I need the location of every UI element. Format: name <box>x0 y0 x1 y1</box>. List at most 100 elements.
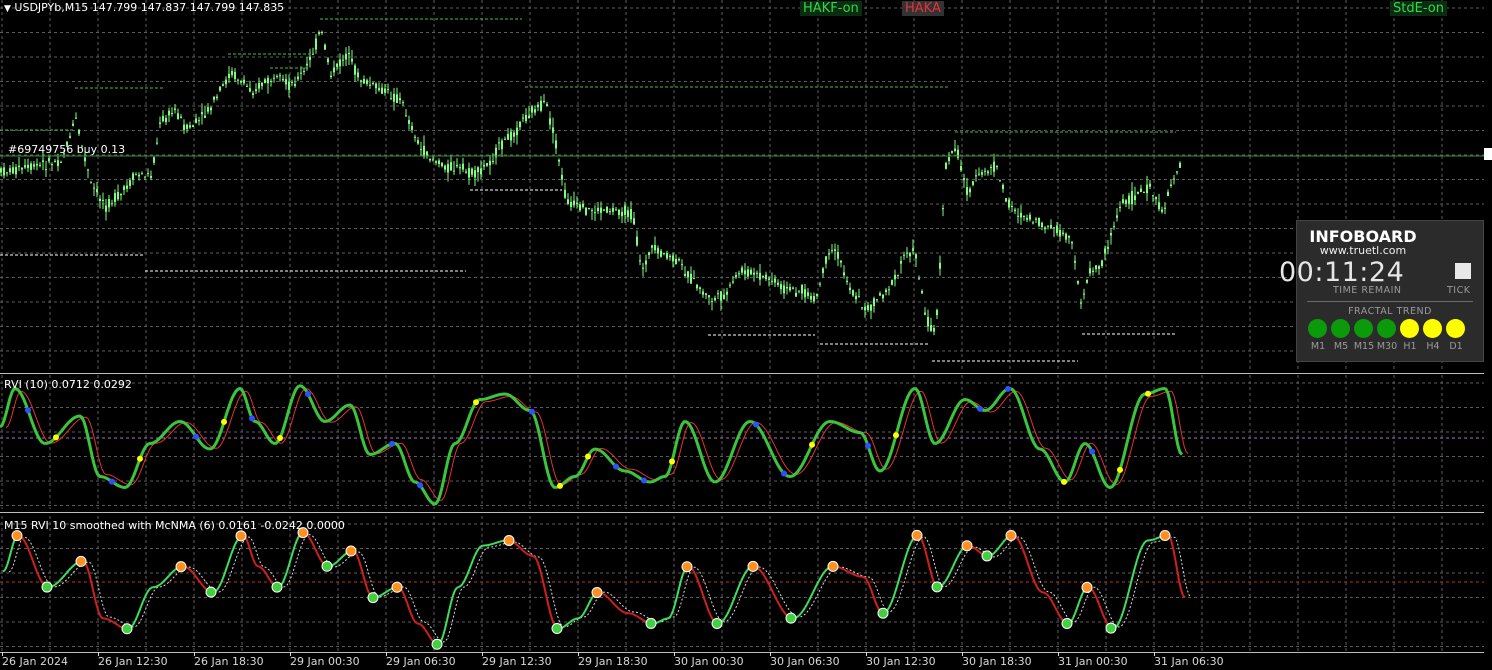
candle-body <box>60 161 62 163</box>
candle-body <box>729 284 731 286</box>
mcnma-line-segment <box>694 573 698 579</box>
rvi-indicator-pane[interactable]: RVI (10) 0.0712 0.0292 <box>0 375 1484 509</box>
dropdown-triangle-icon[interactable]: ▼ <box>4 4 11 14</box>
infoboard-url[interactable]: www.truetl.com <box>1297 244 1429 257</box>
candle-body <box>198 120 200 122</box>
mcnma-indicator-chart[interactable] <box>0 516 1484 652</box>
candle-body <box>417 140 419 144</box>
candle-body <box>939 262 941 269</box>
mcnma-line-segment <box>798 612 802 617</box>
mcnma-line-segment <box>514 542 518 546</box>
candle-body <box>1020 212 1022 218</box>
candle-body <box>978 173 980 175</box>
candle-body <box>1176 171 1178 173</box>
candle-body <box>57 160 59 167</box>
mcnma-line-segment <box>36 571 40 577</box>
candle-body <box>492 161 494 163</box>
mcnma-line-segment <box>1054 606 1058 612</box>
mcnma-label: M15 RVI 10 smoothed with McNMA (6) 0.016… <box>4 519 345 532</box>
candle-body <box>915 254 917 259</box>
mcnma-line-segment <box>406 602 410 609</box>
mcnma-line-segment <box>478 545 482 549</box>
mcnma-line-segment <box>532 555 536 559</box>
hakf-flag[interactable]: HAKF-on <box>800 1 862 16</box>
mcnma-top-marker <box>235 530 247 542</box>
mcnma-bottom-marker <box>785 612 797 624</box>
candle-body <box>222 84 224 86</box>
mcnma-line-segment <box>8 551 12 560</box>
candle-body <box>627 210 629 217</box>
pane-separator[interactable] <box>0 512 1484 513</box>
candle-body <box>735 275 737 278</box>
candle-body <box>366 80 368 84</box>
mcnma-line-segment <box>488 543 492 546</box>
mcnma-line-segment <box>494 541 498 545</box>
candle-body <box>882 294 884 299</box>
stop-square-icon[interactable] <box>1455 263 1471 279</box>
candle-body <box>681 264 683 266</box>
candle-body <box>219 86 221 91</box>
mcnma-line-segment <box>764 576 768 582</box>
candle-body <box>132 173 134 180</box>
mcnma-line-segment <box>730 600 734 607</box>
mcnma-line-segment <box>1026 560 1030 568</box>
time-axis[interactable]: 26 Jan 2024 26 Jan 12:30 26 Jan 18:30 29 Ja… <box>0 652 1492 670</box>
price-chart-pane[interactable]: ▼ USDJPYb,M15 147.799 147.837 147.799 14… <box>0 0 1484 372</box>
stde-flag[interactable]: StdE-on <box>1390 1 1447 16</box>
candle-body <box>906 252 908 254</box>
candle-body <box>927 316 929 327</box>
mcnma-line-segment <box>950 565 954 572</box>
mcnma-indicator-pane[interactable]: M15 RVI 10 smoothed with McNMA (6) 0.016… <box>0 516 1484 652</box>
mcnma-line-segment <box>62 574 66 578</box>
pane-separator[interactable] <box>0 373 1484 374</box>
mcnma-line-segment <box>158 582 162 587</box>
candle-body <box>957 149 959 159</box>
mcnma-line-segment <box>898 572 902 580</box>
mcnma-line-segment <box>268 577 272 583</box>
rvi-cross-dot <box>193 433 199 440</box>
mcnma-line-segment <box>88 572 92 582</box>
candle-body <box>453 170 455 172</box>
candle-body <box>486 162 488 166</box>
candle-body <box>909 252 911 257</box>
candle-body <box>573 200 575 206</box>
time-axis-label: 30 Jan 18:30 <box>962 655 1032 668</box>
candle-body <box>807 292 809 296</box>
candle-body <box>462 163 464 170</box>
price-chart[interactable] <box>0 0 1484 372</box>
candle-body <box>834 249 836 251</box>
mcnma-line-segment <box>468 564 472 571</box>
mcnma-line-segment <box>292 544 296 552</box>
candle-body <box>753 272 755 275</box>
candle-body <box>813 296 815 302</box>
mcnma-line-segment <box>288 557 292 566</box>
candle-body <box>450 162 452 171</box>
candle-body <box>1140 188 1142 192</box>
mcnma-line-segment <box>618 608 622 612</box>
candle-body <box>891 280 893 285</box>
candle-body <box>942 208 944 210</box>
mcnma-line-segment <box>820 573 824 578</box>
infoboard-panel[interactable]: INFOBOARD www.truetl.com 00:11:24 TIME R… <box>1279 220 1484 362</box>
fractal-trend-dot <box>1400 319 1419 338</box>
candle-body <box>669 255 671 258</box>
mcnma-line-segment <box>580 613 584 618</box>
candle-body <box>750 269 752 275</box>
mcnma-line-segment <box>896 579 900 587</box>
mcnma-line-segment <box>1176 569 1180 581</box>
candle-body <box>420 149 422 151</box>
mcnma-line-segment <box>736 585 740 592</box>
mcnma-line-segment <box>112 621 116 625</box>
mcnma-line-segment <box>418 622 422 626</box>
mcnma-line-segment <box>870 589 874 596</box>
candle-body <box>153 157 155 163</box>
candle-body <box>204 115 206 118</box>
haka-flag[interactable]: HAKA <box>902 1 944 16</box>
mcnma-line-segment <box>498 540 502 543</box>
candle-body <box>702 291 704 295</box>
mcnma-line-segment <box>336 559 340 563</box>
order-label[interactable]: #69749756 buy 0.13 <box>8 143 125 156</box>
candle-body <box>138 174 140 177</box>
mcnma-line-segment <box>114 622 118 626</box>
rvi-indicator-chart[interactable] <box>0 375 1484 509</box>
